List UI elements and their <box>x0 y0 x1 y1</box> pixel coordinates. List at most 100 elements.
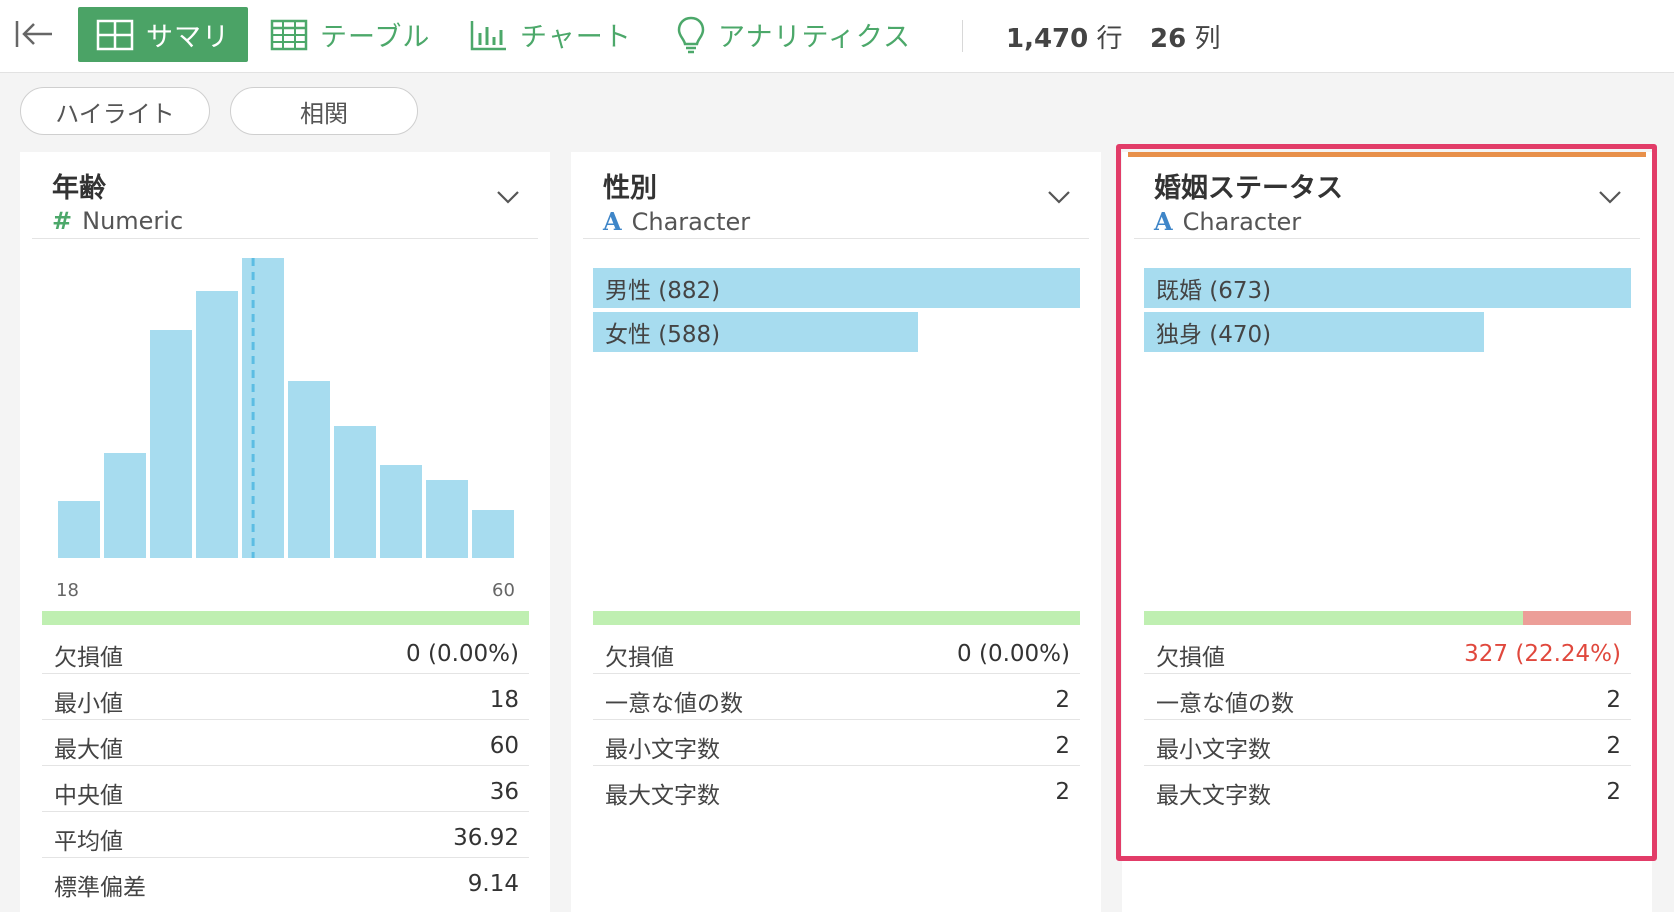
card-title: 年齢 <box>52 173 106 204</box>
stat-row-max-length: 最大文字数 2 <box>1144 766 1631 811</box>
card-title: 性別 <box>603 173 657 204</box>
table-icon <box>270 19 308 50</box>
highlight-pill-button[interactable]: ハイライト <box>20 87 210 135</box>
histogram-bar[interactable] <box>242 258 284 558</box>
highlight-pill-label: ハイライト <box>55 99 175 128</box>
tab-table[interactable]: テーブル <box>270 7 430 62</box>
card-header: 婚姻ステータス A Character <box>1134 152 1640 239</box>
data-quality-bar <box>42 611 529 625</box>
stat-value: 2 <box>1606 779 1621 805</box>
stat-value: 0 (0.00%) <box>957 641 1070 667</box>
collapse-back-button[interactable] <box>14 16 56 52</box>
histogram-bar[interactable] <box>426 480 468 558</box>
stat-row-missing: 欠損値 0 (0.00%) <box>42 628 529 674</box>
stat-label: 欠損値 <box>54 645 123 671</box>
tab-table-label: テーブル <box>320 22 431 53</box>
card-type: A Character <box>1154 207 1301 236</box>
column-card-age: 年齢 # Numeric 18 60 欠損値 0 (0.00%) 最小値 18 … <box>20 152 550 912</box>
character-type-icon: A <box>603 207 622 236</box>
stat-row-mean: 平均値 36.92 <box>42 812 529 858</box>
character-type-icon: A <box>1154 207 1173 236</box>
category-bar[interactable]: 女性 (588) <box>593 312 918 352</box>
stat-label: 欠損値 <box>1156 645 1225 671</box>
stat-value: 2 <box>1606 687 1621 713</box>
stat-value: 36 <box>489 779 519 805</box>
stat-value: 2 <box>1606 733 1621 759</box>
histogram-bar[interactable] <box>380 465 422 558</box>
x-axis-max-label: 60 <box>492 580 515 601</box>
chevron-down-icon[interactable] <box>1047 190 1071 204</box>
histogram-bar[interactable] <box>104 453 146 558</box>
stat-label: 最大文字数 <box>1156 783 1271 809</box>
category-bar-label: 女性 (588) <box>605 322 721 348</box>
numeric-type-icon: # <box>52 207 73 235</box>
chevron-down-icon[interactable] <box>496 190 520 204</box>
card-type: A Character <box>603 207 750 236</box>
top-toolbar: サマリ テーブル チャート アナリティクス 1,470 行 26 列 <box>0 0 1674 73</box>
histogram-bar[interactable] <box>58 501 100 558</box>
quality-missing-segment <box>1522 611 1631 625</box>
card-header: 性別 A Character <box>583 152 1089 239</box>
stat-label: 標準偏差 <box>54 875 146 901</box>
stat-label: 最小文字数 <box>1156 737 1271 763</box>
histogram-bar[interactable] <box>472 510 514 558</box>
quality-ok-segment <box>42 611 529 625</box>
correlation-pill-button[interactable]: 相関 <box>230 87 418 135</box>
tab-summary[interactable]: サマリ <box>78 7 248 62</box>
category-bar-label: 既婚 (673) <box>1156 278 1272 304</box>
lightbulb-icon <box>677 16 705 53</box>
stat-row-missing: 欠損値 0 (0.00%) <box>593 628 1080 674</box>
data-quality-bar <box>593 611 1080 625</box>
category-bar[interactable]: 独身 (470) <box>1144 312 1485 352</box>
card-type-label: Numeric <box>82 207 184 235</box>
stat-label: 最大文字数 <box>605 783 720 809</box>
toolbar-divider <box>962 20 963 52</box>
stat-value: 36.92 <box>453 825 519 851</box>
row-count: 1,470 行 <box>1006 18 1123 55</box>
column-card-marital-status: 婚姻ステータス A Character 既婚 (673) 独身 (470) 欠損… <box>1122 152 1652 912</box>
quality-ok-segment <box>1144 611 1523 625</box>
stat-row-max-length: 最大文字数 2 <box>593 766 1080 811</box>
stat-label: 一意な値の数 <box>605 691 743 717</box>
tab-chart[interactable]: チャート <box>470 7 632 62</box>
chevron-down-icon[interactable] <box>1598 190 1622 204</box>
stat-value: 60 <box>489 733 519 759</box>
column-count-unit: 列 <box>1194 24 1221 54</box>
card-title: 婚姻ステータス <box>1154 173 1343 204</box>
grid-icon <box>96 19 134 50</box>
stat-label: 最大値 <box>54 737 123 763</box>
row-count-value: 1,470 <box>1006 24 1089 54</box>
stat-row-min: 最小値 18 <box>42 674 529 720</box>
stat-row-missing: 欠損値 327 (22.24%) <box>1144 628 1631 674</box>
column-count-value: 26 <box>1150 24 1187 54</box>
tab-analytics-label: アナリティクス <box>718 22 912 53</box>
arrow-left-bar-icon <box>15 21 52 47</box>
stat-value: 2 <box>1055 733 1070 759</box>
stat-label: 最小文字数 <box>605 737 720 763</box>
stat-value: 2 <box>1055 687 1070 713</box>
tab-chart-label: チャート <box>520 22 632 53</box>
category-bar[interactable]: 男性 (882) <box>593 268 1080 308</box>
histogram-bar[interactable] <box>150 330 192 558</box>
histogram-bar[interactable] <box>288 381 330 558</box>
stat-value: 2 <box>1055 779 1070 805</box>
histogram-bar[interactable] <box>196 291 238 558</box>
age-histogram <box>58 258 514 558</box>
category-bar-label: 男性 (882) <box>605 278 721 304</box>
stat-row-max: 最大値 60 <box>42 720 529 766</box>
category-bar[interactable]: 既婚 (673) <box>1144 268 1631 308</box>
stat-row-unique: 一意な値の数 2 <box>593 674 1080 720</box>
stat-row-median: 中央値 36 <box>42 766 529 812</box>
stat-label: 平均値 <box>54 829 123 855</box>
x-axis-min-label: 18 <box>56 580 79 601</box>
stat-row-unique: 一意な値の数 2 <box>1144 674 1631 720</box>
stat-value: 18 <box>489 687 519 713</box>
stat-row-stddev: 標準偏差 9.14 <box>42 858 529 903</box>
column-card-gender: 性別 A Character 男性 (882) 女性 (588) 欠損値 0 (… <box>571 152 1101 912</box>
card-type-label: Character <box>1182 207 1302 236</box>
histogram-bar[interactable] <box>334 426 376 558</box>
correlation-pill-label: 相関 <box>300 99 348 128</box>
stat-row-min-length: 最小文字数 2 <box>593 720 1080 766</box>
tab-analytics[interactable]: アナリティクス <box>676 7 911 62</box>
stat-row-min-length: 最小文字数 2 <box>1144 720 1631 766</box>
